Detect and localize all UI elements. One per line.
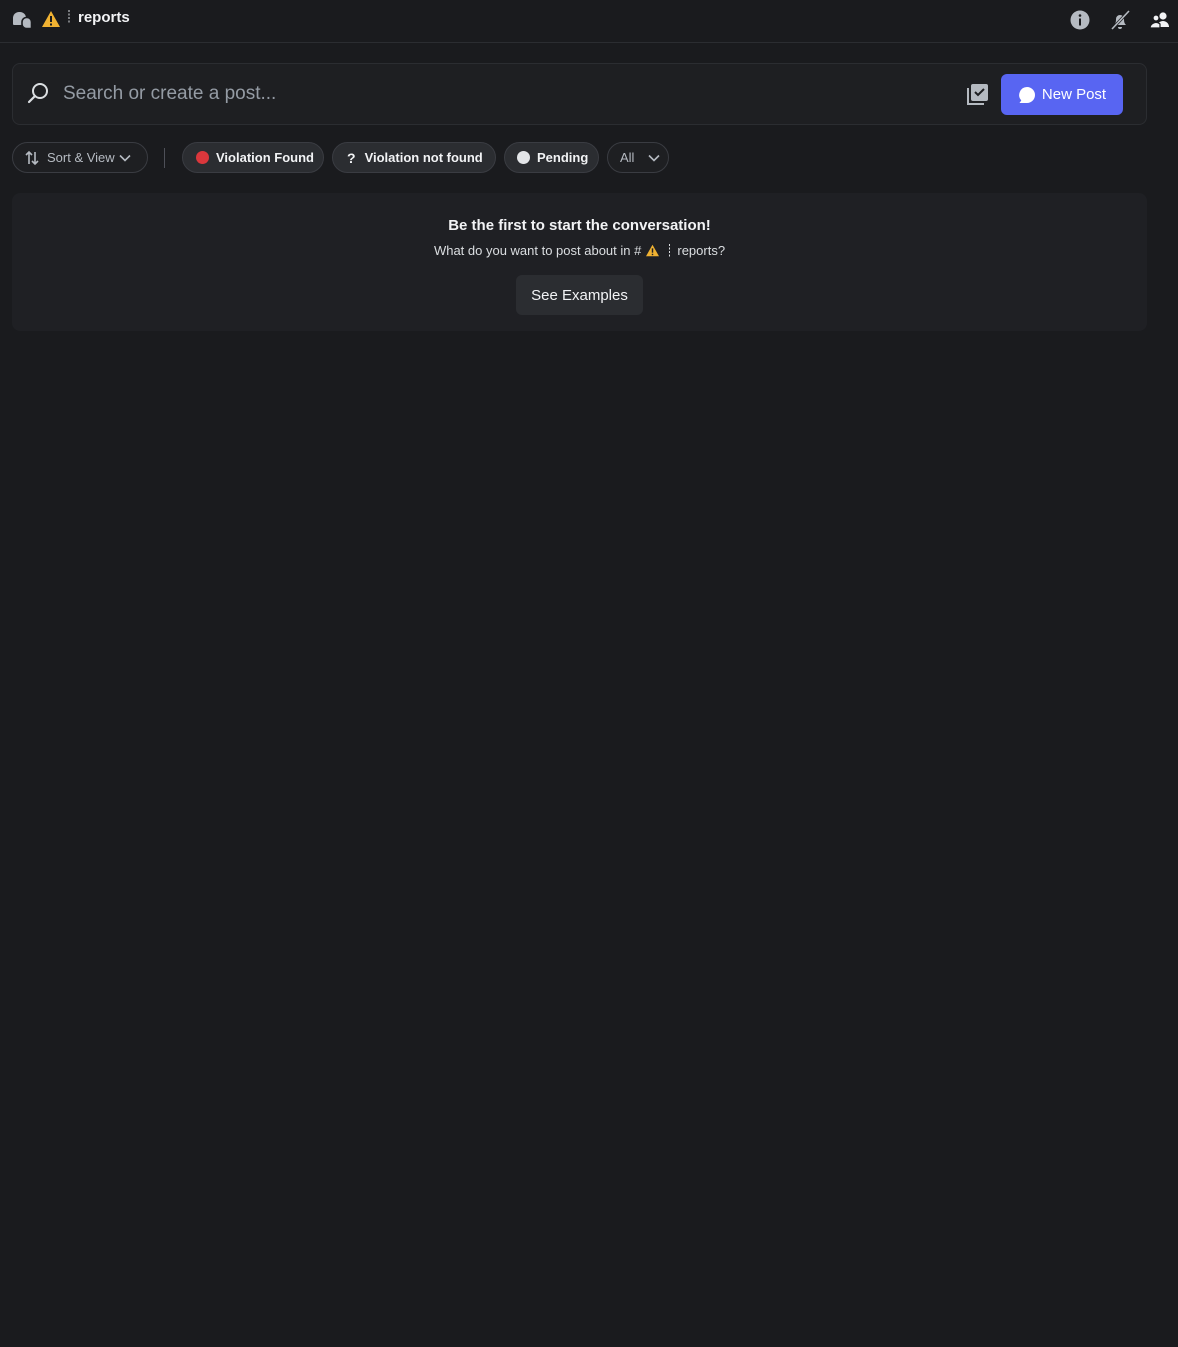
empty-state-title: Be the first to start the conversation!: [448, 217, 711, 234]
filter-separator: [164, 148, 165, 168]
tag-label: Violation Found: [216, 150, 314, 165]
search-input[interactable]: [61, 78, 941, 110]
tag-pending[interactable]: Pending: [504, 142, 599, 173]
notifications-off-icon[interactable]: [1109, 9, 1131, 31]
tag-label: Violation not found: [364, 150, 483, 165]
new-post-button[interactable]: New Post: [1001, 74, 1123, 115]
all-tags-dropdown[interactable]: All: [607, 142, 669, 173]
question-mark-icon: ?: [347, 149, 356, 166]
subtitle-prefix: What do you want to post about in #: [433, 243, 642, 258]
warning-icon: [42, 11, 60, 27]
warning-icon: [646, 244, 660, 257]
chevron-down-icon: [648, 154, 661, 162]
tag-label: Pending: [537, 150, 589, 165]
channel-title: reports: [78, 9, 130, 26]
checklist-icon[interactable]: [966, 82, 990, 106]
forum-channel-icon: [13, 12, 32, 30]
empty-state-subtitle: What do you want to post about in # repo…: [12, 243, 1147, 258]
see-examples-button[interactable]: See Examples: [516, 275, 643, 315]
members-icon[interactable]: [1149, 9, 1171, 31]
red-dot-icon: [196, 151, 209, 164]
new-post-label: New Post: [1041, 86, 1107, 103]
subtitle-suffix: reports?: [677, 243, 726, 258]
search-icon: [27, 83, 48, 104]
search-bar: New Post: [12, 63, 1147, 125]
channel-header: reports: [0, 0, 1178, 43]
info-icon[interactable]: [1069, 9, 1091, 31]
chat-bubble-icon: [1019, 86, 1035, 103]
chevron-down-icon: [119, 154, 131, 162]
white-dot-icon: [517, 151, 530, 164]
dashed-divider-icon: [68, 10, 70, 24]
tag-violation-found[interactable]: Violation Found: [182, 142, 324, 173]
dashed-divider-icon: [669, 244, 671, 257]
sort-view-label: Sort & View: [47, 150, 115, 165]
sort-arrows-icon: [25, 150, 39, 165]
empty-state-card: Be the first to start the conversation! …: [12, 193, 1147, 331]
all-label: All: [620, 150, 635, 165]
tag-violation-not-found[interactable]: ? Violation not found: [332, 142, 496, 173]
sort-view-dropdown[interactable]: Sort & View: [12, 142, 148, 173]
